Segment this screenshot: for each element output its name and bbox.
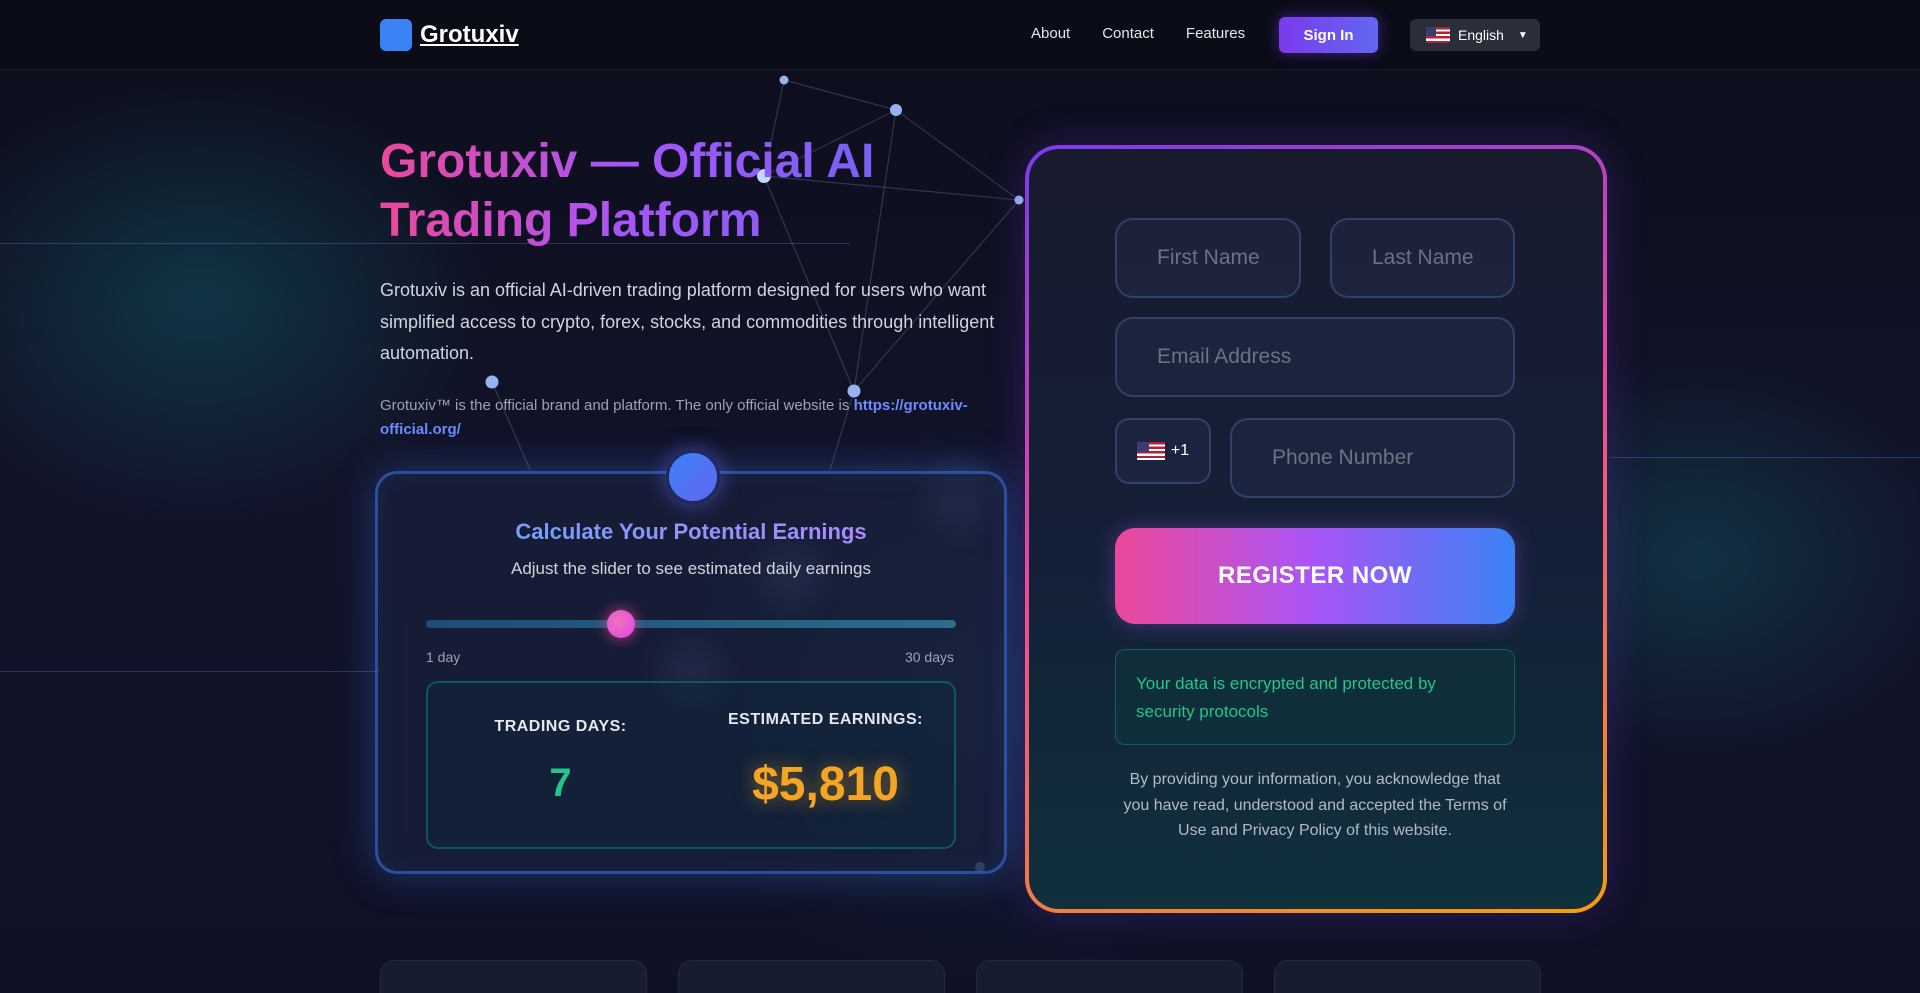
security-notice: Your data is encrypted and protected by … — [1115, 649, 1515, 745]
email-field[interactable]: Email Address — [1115, 317, 1515, 397]
registration-form-card: First Name Last Name Email Address +1 Ph… — [1025, 145, 1607, 913]
earnings-column: ESTIMATED EARNINGS: $5,810 — [693, 683, 958, 847]
us-flag-icon — [1136, 442, 1165, 460]
official-note-text: Grotuxiv™ is the official brand and plat… — [380, 397, 854, 414]
trading-days-column: TRADING DAYS: 7 — [428, 683, 693, 847]
earnings-value: $5,810 — [752, 758, 899, 811]
top-navbar: Grotuxiv About Contact Features Sign In … — [0, 0, 1920, 70]
earnings-calculator: Calculate Your Potential Earnings Adjust… — [375, 450, 1007, 874]
earnings-label: ESTIMATED EARNINGS: — [728, 711, 923, 728]
feature-card — [1274, 960, 1541, 993]
feature-card — [678, 960, 945, 993]
calculator-subtitle: Adjust the slider to see estimated daily… — [510, 559, 872, 578]
country-code-selector[interactable]: +1 — [1115, 418, 1211, 484]
slider-thumb[interactable] — [607, 610, 636, 638]
hero-description: Grotuxiv is an official AI-driven tradin… — [380, 280, 995, 363]
calculator-title: Calculate Your Potential Earnings — [378, 519, 1004, 545]
feature-card — [976, 960, 1243, 993]
register-now-button[interactable]: REGISTER NOW — [1115, 528, 1515, 624]
nav-links: About Contact Features — [1031, 25, 1245, 42]
trading-days-label: TRADING DAYS: — [494, 718, 627, 735]
results-panel: TRADING DAYS: 7 ESTIMATED EARNINGS: $5,8… — [426, 681, 956, 849]
slider-max-label: 30 days — [904, 649, 954, 665]
phone-number-field[interactable]: Phone Number — [1230, 418, 1515, 498]
first-name-field[interactable]: First Name — [1115, 218, 1301, 298]
last-name-field[interactable]: Last Name — [1330, 218, 1515, 298]
trading-days-value: 7 — [549, 761, 572, 805]
official-site-note: Grotuxiv™ is the official brand and plat… — [380, 394, 1000, 442]
days-slider[interactable] — [426, 610, 956, 638]
sign-in-button[interactable]: Sign In — [1279, 17, 1378, 53]
nav-link-contact[interactable]: Contact — [1102, 25, 1154, 42]
language-selector[interactable]: English ▼ — [1410, 19, 1540, 51]
terms-disclaimer: By providing your information, you ackno… — [1123, 771, 1507, 839]
slider-min-label: 1 day — [426, 649, 461, 665]
language-label: English — [1458, 27, 1504, 43]
us-flag-icon — [1426, 27, 1450, 43]
hero-title: Grotuxiv — Official AI Trading Platform — [380, 132, 980, 250]
registration-form: First Name Last Name Email Address +1 Ph… — [1029, 149, 1603, 909]
chevron-down-icon: ▼ — [1517, 29, 1528, 41]
brand-name[interactable]: Grotuxiv — [420, 21, 519, 49]
country-code-label: +1 — [1170, 442, 1190, 459]
security-text: Your data is encrypted and protected by … — [1136, 674, 1436, 721]
feature-card — [380, 960, 647, 993]
nav-link-about[interactable]: About — [1031, 25, 1070, 42]
logo[interactable]: Grotuxiv — [380, 19, 519, 51]
logo-icon — [380, 19, 412, 51]
calculator-icon — [666, 450, 720, 504]
nav-link-features[interactable]: Features — [1186, 25, 1245, 42]
